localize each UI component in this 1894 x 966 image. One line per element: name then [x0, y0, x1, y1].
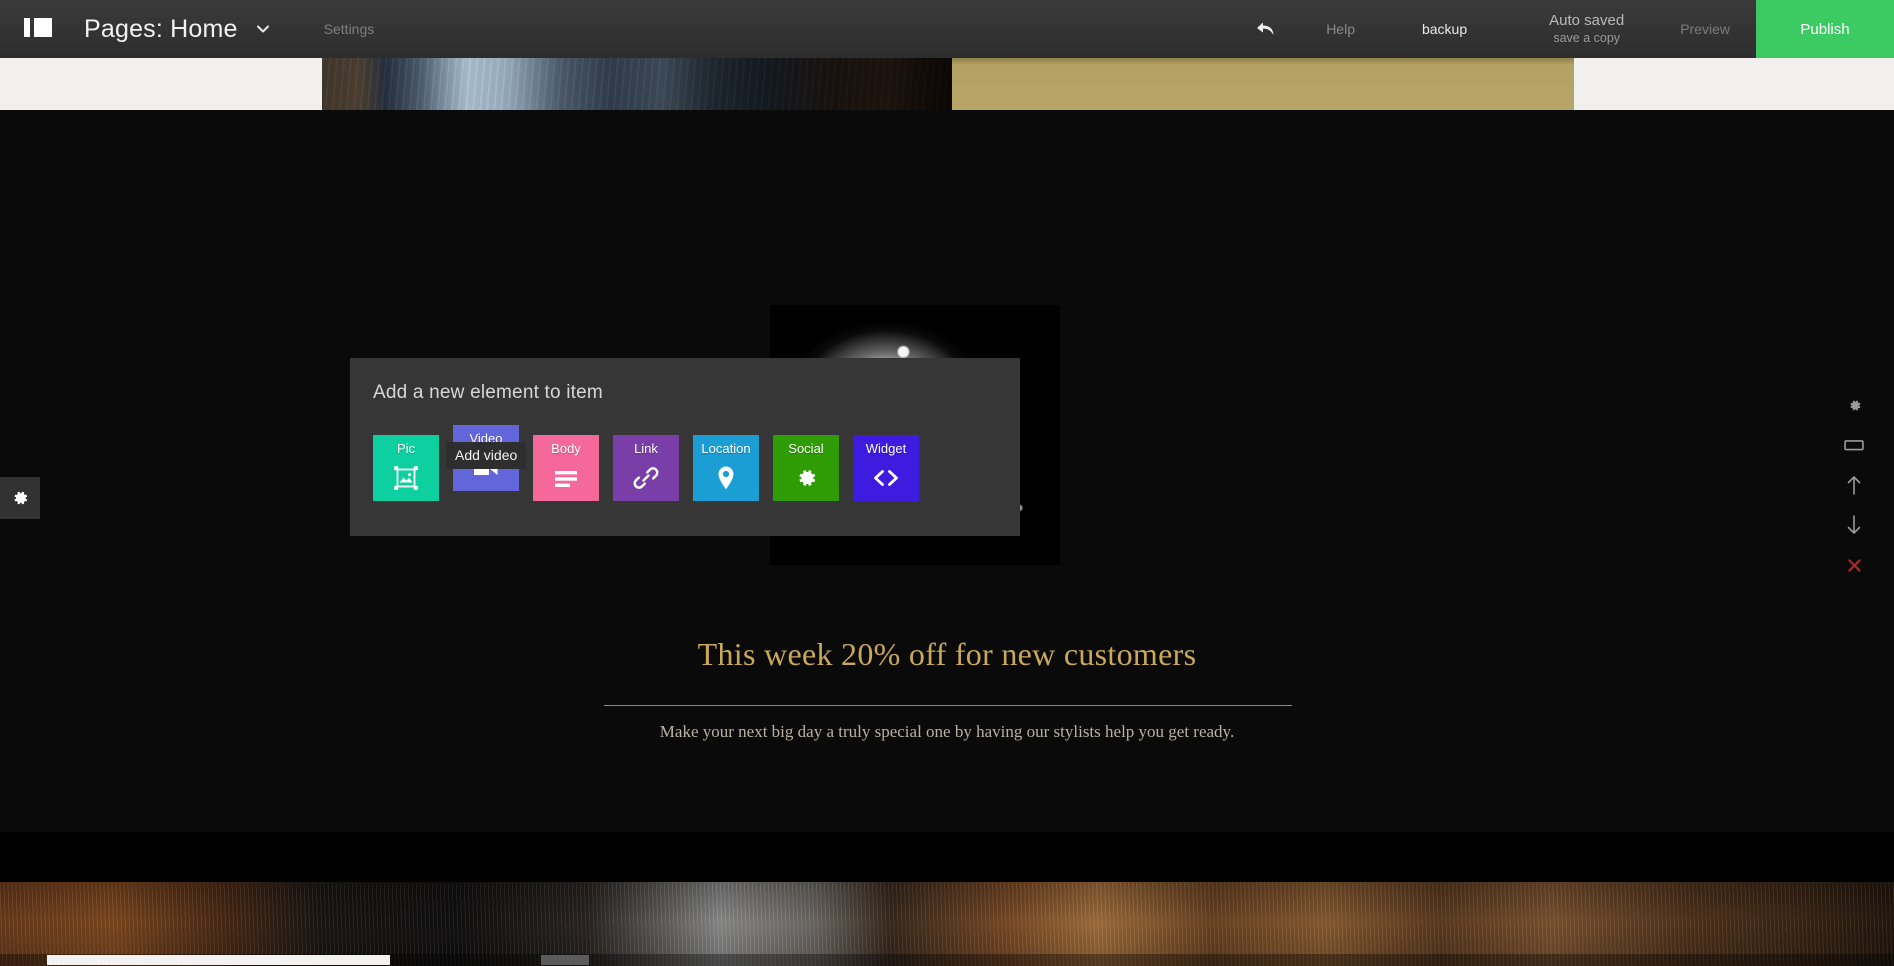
tile-pic[interactable]: Pic — [373, 435, 439, 501]
tile-label: Social — [788, 441, 824, 456]
image-frame-icon — [373, 455, 439, 501]
modal-title: Add a new element to item — [373, 382, 603, 403]
section-settings-button[interactable] — [0, 477, 40, 519]
undo-arrow-icon — [1257, 22, 1274, 35]
tile-social[interactable]: Social — [773, 435, 839, 501]
tile-label: Link — [634, 441, 658, 456]
arrow-down-icon — [1847, 515, 1861, 534]
panel-toggle-icon — [24, 17, 52, 41]
delete-element-button[interactable] — [1832, 545, 1876, 585]
chain-link-icon — [613, 455, 679, 501]
tile-label: Body — [551, 441, 581, 456]
gear-icon — [773, 455, 839, 501]
settings-link[interactable]: Settings — [324, 21, 375, 37]
top-strip — [0, 58, 1894, 110]
page-title[interactable]: Pages: Home — [84, 15, 238, 44]
autosave-label: Auto saved — [1549, 11, 1625, 29]
tile-label: Location — [701, 441, 751, 456]
element-settings-button[interactable] — [1832, 385, 1876, 425]
salon-interior-photo[interactable] — [322, 58, 952, 110]
autosave-status[interactable]: Auto saved save a copy — [1549, 12, 1624, 46]
undo-button[interactable] — [1242, 19, 1288, 39]
sidebar-toggle-button[interactable] — [0, 0, 76, 58]
black-spacer-band — [0, 832, 1894, 882]
close-x-icon — [1847, 558, 1861, 572]
chevron-down-icon — [256, 25, 269, 33]
gear-icon — [14, 491, 28, 505]
backup-link[interactable]: backup — [1422, 21, 1467, 37]
element-section-button[interactable] — [1832, 425, 1876, 465]
horizontal-scrollbar[interactable] — [0, 954, 1894, 966]
publish-button[interactable]: Publish — [1756, 0, 1894, 58]
move-up-button[interactable] — [1832, 465, 1876, 505]
hero-divider — [604, 705, 1292, 706]
gold-block[interactable] — [952, 58, 1574, 110]
gear-icon — [1849, 399, 1860, 411]
page-dropdown-button[interactable] — [254, 20, 272, 38]
save-copy-link[interactable]: save a copy — [1549, 31, 1624, 47]
card-icon — [1844, 440, 1864, 451]
move-down-button[interactable] — [1832, 505, 1876, 545]
tile-widget[interactable]: Widget — [853, 435, 919, 501]
element-toolbar — [1832, 385, 1876, 585]
scrollbar-thumb[interactable] — [47, 955, 390, 965]
tile-body[interactable]: Body — [533, 435, 599, 501]
help-link[interactable]: Help — [1326, 21, 1355, 37]
hero-headline[interactable]: This week 20% off for new customers — [0, 636, 1894, 673]
text-lines-icon — [533, 455, 599, 501]
code-brackets-icon — [853, 455, 919, 501]
scrollbar-marker — [541, 955, 589, 965]
arrow-up-icon — [1847, 476, 1861, 495]
preview-link[interactable]: Preview — [1680, 21, 1730, 37]
hero-subline[interactable]: Make your next big day a truly special o… — [0, 722, 1894, 742]
top-toolbar: Pages: Home Settings Help backup Auto sa… — [0, 0, 1894, 58]
tile-label: Pic — [396, 441, 416, 456]
tile-link[interactable]: Link — [613, 435, 679, 501]
tile-location[interactable]: Location — [693, 435, 759, 501]
video-tooltip: Add video — [446, 442, 527, 469]
map-pin-icon — [693, 455, 759, 501]
tile-label: Widget — [865, 441, 907, 456]
app-root: Pages: Home Settings Help backup Auto sa… — [0, 0, 1894, 966]
